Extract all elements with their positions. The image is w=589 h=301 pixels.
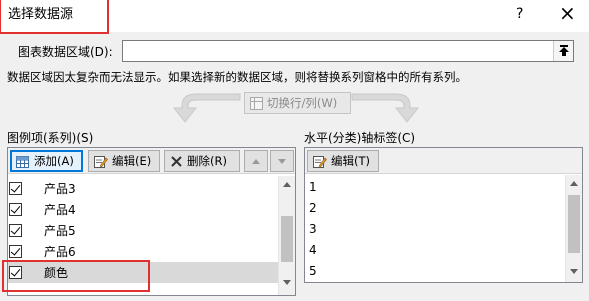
series-row-1[interactable]: 产品3 [8,178,278,199]
edit-icon [313,155,327,168]
axis-scroll-thumb[interactable] [568,195,580,253]
series-label: 产品4 [44,202,76,217]
edit-icon [94,155,108,168]
chart-range-input[interactable] [122,40,574,62]
switch-right-arrow-icon [351,93,420,123]
add-series-label: 添加(A) [34,154,74,168]
axis-label-list: 1 2 3 4 5 [305,176,565,282]
axis-label-value: 3 [309,221,317,236]
series-checkbox[interactable] [9,224,22,237]
edit-series-label: 编辑(E) [112,154,152,168]
series-checkbox[interactable] [9,182,22,195]
series-row-3[interactable]: 产品5 [8,220,278,241]
series-label: 产品5 [44,223,76,238]
axis-label-row[interactable]: 1 [305,176,565,197]
series-row-4[interactable]: 产品6 [8,241,278,262]
legend-scroll-thumb[interactable] [281,216,293,262]
legend-scrollbar[interactable] [278,176,295,295]
scroll-up-icon [283,182,291,187]
close-button[interactable]: × [559,3,576,23]
series-label: 产品3 [44,181,76,196]
axis-label-value: 5 [309,263,317,278]
series-checkbox[interactable] [9,203,22,216]
delete-series-label: 删除(R) [187,154,227,168]
axis-label-row[interactable]: 2 [305,197,565,218]
selected-series-highlight [2,260,150,292]
edit-axis-labels-button[interactable]: 编辑(T) [307,150,379,172]
axis-panel-title: 水平(分类)轴标签(C) [304,131,416,145]
collapse-range-button[interactable] [553,41,573,61]
legend-scroll-up[interactable] [283,182,291,187]
axis-label-value: 1 [309,179,317,194]
move-down-icon [278,158,286,164]
switch-left-arrow-icon [172,93,241,123]
scroll-down-icon [283,280,291,285]
move-up-icon [252,158,260,164]
scroll-up-icon [570,181,578,186]
axis-scrollbar[interactable] [565,175,582,282]
delete-series-button[interactable]: 删除(R) [164,150,240,172]
help-button[interactable]: ? [516,7,523,21]
window-title: 选择数据源 [8,7,74,22]
edit-series-button[interactable]: 编辑(E) [88,150,160,172]
add-series-button[interactable]: 添加(A) [10,150,83,172]
series-checkbox[interactable] [9,245,22,258]
axis-label-row[interactable]: 5 [305,260,565,281]
scroll-down-icon [570,269,578,274]
legend-panel-title: 图例项(系列)(S) [7,131,94,145]
range-collapse-icon [559,45,569,56]
axis-scroll-down[interactable] [570,269,578,274]
legend-scroll-down[interactable] [283,280,291,285]
delete-icon [171,155,182,167]
move-up-button[interactable] [244,150,268,172]
axis-label-value: 4 [309,242,317,257]
switch-row-column-label: 切换行/列(W) [267,96,338,110]
chart-range-label: 图表数据区域(D): [18,45,113,59]
info-message: 数据区域因太复杂而无法显示。如果选择新的数据区域，则将替换系列窗格中的所有系列。 [7,70,467,84]
series-row-2[interactable]: 产品4 [8,199,278,220]
switch-row-column-button[interactable]: 切换行/列(W) [244,92,351,114]
move-down-button[interactable] [270,150,294,172]
series-label: 产品6 [44,244,76,259]
axis-label-row[interactable]: 3 [305,218,565,239]
axis-label-value: 2 [309,200,317,215]
axis-scroll-up[interactable] [570,181,578,186]
switch-icon [250,96,263,110]
add-table-icon [16,155,29,168]
axis-label-row[interactable]: 4 [305,239,565,260]
edit-axis-labels-label: 编辑(T) [331,154,370,168]
